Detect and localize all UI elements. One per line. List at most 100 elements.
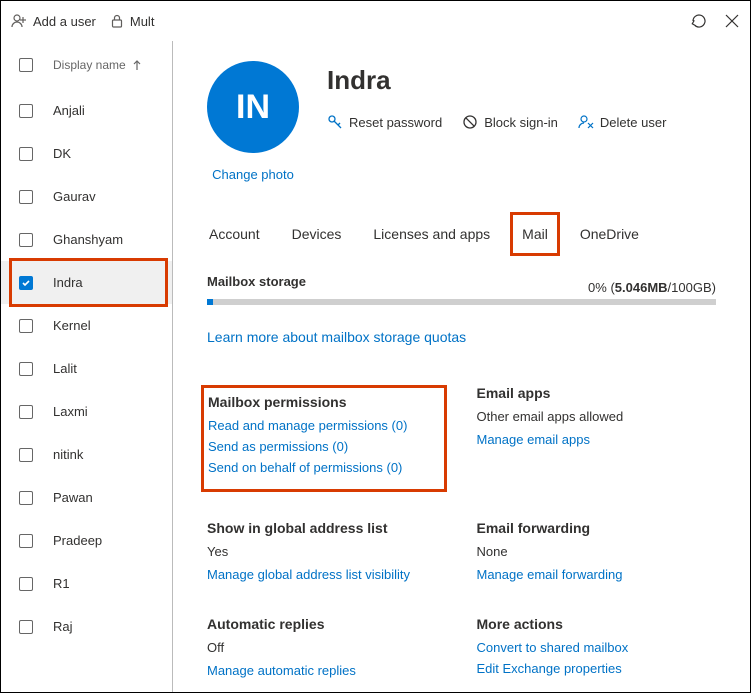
user-name-cell: Laxmi <box>53 404 88 419</box>
user-row[interactable]: Pawan <box>1 476 172 519</box>
user-row[interactable]: Ghanshyam <box>1 218 172 261</box>
auto-replies-value: Off <box>207 640 447 655</box>
manage-auto-replies-link[interactable]: Manage automatic replies <box>207 663 447 678</box>
mailbox-storage-section: Mailbox storage 0% (5.046MB/100GB) Learn… <box>207 274 716 347</box>
storage-usage: 0% (5.046MB/100GB) <box>588 280 716 295</box>
user-checkbox[interactable] <box>19 491 33 505</box>
user-name-cell: Raj <box>53 619 73 634</box>
panel-body: Display name Anjali DK Gaurav Ghanshyam Indr… <box>1 41 750 692</box>
storage-bar <box>207 299 716 305</box>
tab-licenses[interactable]: Licenses and apps <box>371 222 492 246</box>
learn-more-storage-link[interactable]: Learn more about mailbox storage quotas <box>207 329 466 345</box>
delete-user-button[interactable]: Delete user <box>578 114 666 130</box>
user-checkbox[interactable] <box>19 620 33 634</box>
user-list[interactable]: Anjali DK Gaurav Ghanshyam Indra Kernel Lalit L… <box>1 89 172 692</box>
key-icon <box>327 114 343 130</box>
tab-mail[interactable]: Mail <box>520 222 550 246</box>
user-row[interactable]: nitink <box>1 433 172 476</box>
delete-user-icon <box>578 114 594 130</box>
change-photo-link[interactable]: Change photo <box>212 167 294 182</box>
add-user-icon <box>11 13 27 29</box>
close-icon <box>724 13 740 29</box>
user-checkbox[interactable] <box>19 405 33 419</box>
user-checkbox[interactable] <box>19 577 33 591</box>
manage-gal-link[interactable]: Manage global address list visibility <box>207 567 447 582</box>
refresh-button[interactable] <box>690 12 708 30</box>
tab-onedrive[interactable]: OneDrive <box>578 222 641 246</box>
user-hero: IN Change photo Indra Reset password <box>207 61 716 182</box>
user-list-panel: Display name Anjali DK Gaurav Ghanshyam Indr… <box>1 41 173 692</box>
user-checkbox[interactable] <box>19 190 33 204</box>
user-checkbox[interactable] <box>19 233 33 247</box>
user-row[interactable]: Pradeep <box>1 519 172 562</box>
user-row[interactable]: Kernel <box>1 304 172 347</box>
user-checkbox[interactable] <box>19 448 33 462</box>
mailbox-permissions-section: Mailbox permissions Read and manage perm… <box>201 385 447 492</box>
gal-section: Show in global address list Yes Manage g… <box>207 520 447 588</box>
user-row[interactable]: R1 <box>1 562 172 605</box>
user-name-cell: Pawan <box>53 490 93 505</box>
multi-factor-button[interactable]: Mult <box>110 14 155 29</box>
close-button[interactable] <box>724 13 740 29</box>
user-row[interactable]: Anjali <box>1 89 172 132</box>
gal-heading: Show in global address list <box>207 520 447 536</box>
add-user-button[interactable]: Add a user <box>11 13 96 29</box>
multi-label: Mult <box>130 14 155 29</box>
user-checkbox[interactable] <box>19 147 33 161</box>
user-name-cell: Indra <box>53 275 83 290</box>
auto-replies-heading: Automatic replies <box>207 616 447 632</box>
user-checkbox[interactable] <box>19 534 33 548</box>
auto-replies-section: Automatic replies Off Manage automatic r… <box>207 616 447 684</box>
edit-exchange-properties-link[interactable]: Edit Exchange properties <box>477 661 717 676</box>
user-name-cell: DK <box>53 146 71 161</box>
user-name-cell: Pradeep <box>53 533 102 548</box>
user-checkbox[interactable] <box>19 276 33 290</box>
send-as-permissions-link[interactable]: Send as permissions (0) <box>208 439 434 454</box>
user-row[interactable]: Indra <box>1 261 172 304</box>
read-manage-permissions-link[interactable]: Read and manage permissions (0) <box>208 418 434 433</box>
user-name-cell: Anjali <box>53 103 85 118</box>
user-row[interactable]: Raj <box>1 605 172 648</box>
block-icon <box>462 114 478 130</box>
command-bar: Add a user Mult <box>1 1 750 41</box>
gal-value: Yes <box>207 544 447 559</box>
forwarding-section: Email forwarding None Manage email forwa… <box>477 520 717 588</box>
manage-email-apps-link[interactable]: Manage email apps <box>477 432 717 447</box>
user-checkbox[interactable] <box>19 362 33 376</box>
user-row[interactable]: Gaurav <box>1 175 172 218</box>
user-name-cell: R1 <box>53 576 70 591</box>
user-name-cell: nitink <box>53 447 83 462</box>
more-actions-heading: More actions <box>477 616 717 632</box>
user-checkbox[interactable] <box>19 319 33 333</box>
sort-asc-icon <box>132 59 142 71</box>
user-display-name: Indra <box>327 65 716 96</box>
tab-bar: Account Devices Licenses and apps Mail O… <box>207 222 716 246</box>
user-checkbox[interactable] <box>19 104 33 118</box>
avatar: IN <box>207 61 299 153</box>
hero-actions: Reset password Block sign-in Delete user <box>327 114 716 130</box>
lock-icon <box>110 14 124 28</box>
user-row[interactable]: DK <box>1 132 172 175</box>
forwarding-value: None <box>477 544 717 559</box>
block-signin-button[interactable]: Block sign-in <box>462 114 558 130</box>
add-user-label: Add a user <box>33 14 96 29</box>
column-display-name: Display name <box>53 58 126 72</box>
select-all-checkbox[interactable] <box>19 58 33 72</box>
user-name-cell: Gaurav <box>53 189 96 204</box>
forwarding-heading: Email forwarding <box>477 520 717 536</box>
tab-account[interactable]: Account <box>207 222 262 246</box>
user-row[interactable]: Laxmi <box>1 390 172 433</box>
window-frame: Add a user Mult Display name Anjali DK Gau… <box>0 0 751 693</box>
email-apps-status: Other email apps allowed <box>477 409 717 424</box>
send-on-behalf-permissions-link[interactable]: Send on behalf of permissions (0) <box>208 460 434 475</box>
user-row[interactable]: Lalit <box>1 347 172 390</box>
manage-forwarding-link[interactable]: Manage email forwarding <box>477 567 717 582</box>
user-name-cell: Kernel <box>53 318 91 333</box>
list-header[interactable]: Display name <box>1 41 172 89</box>
convert-shared-mailbox-link[interactable]: Convert to shared mailbox <box>477 640 717 655</box>
email-apps-heading: Email apps <box>477 385 717 401</box>
more-actions-section: More actions Convert to shared mailbox E… <box>477 616 717 684</box>
reset-password-button[interactable]: Reset password <box>327 114 442 130</box>
tab-devices[interactable]: Devices <box>290 222 344 246</box>
email-apps-section: Email apps Other email apps allowed Mana… <box>477 385 717 492</box>
